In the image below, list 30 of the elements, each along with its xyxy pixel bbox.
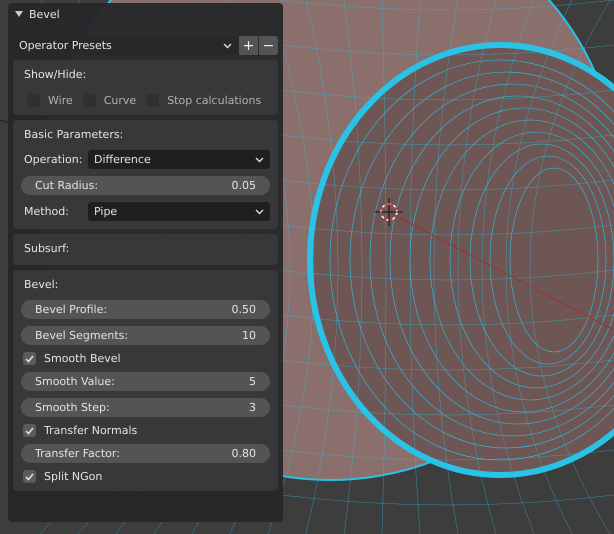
dropdown[interactable]: Pipe	[88, 202, 270, 221]
number-field[interactable]: Bevel Profile: 0.50	[21, 300, 270, 319]
section-title: Basic Parameters:	[23, 127, 124, 143]
chevron-icon	[255, 156, 264, 162]
field-label: Operation:	[23, 153, 80, 166]
checkbox[interactable]: Smooth Bevel	[23, 352, 121, 365]
field-label: Method:	[23, 205, 70, 218]
section-title: Show/Hide:	[23, 67, 88, 83]
checkmark-icon	[25, 472, 34, 480]
panel-title: Bevel	[29, 8, 60, 20]
dropdown[interactable]: Difference	[88, 150, 270, 169]
panel-header[interactable]: Bevel	[13, 3, 278, 25]
checkbox[interactable]: Wire	[27, 94, 73, 107]
chevron-icon	[223, 42, 232, 48]
number-field[interactable]: Cut Radius: 0.05	[21, 176, 270, 195]
preset-button[interactable]: −	[259, 36, 278, 55]
number-field[interactable]: Smooth Step: 3	[21, 398, 270, 417]
number-field[interactable]: Transfer Factor: 0.80	[21, 444, 270, 463]
section-title: Bevel:	[23, 277, 60, 293]
checkmark-icon	[25, 426, 34, 434]
section-title: Subsurf:	[23, 241, 70, 257]
checkbox[interactable]: Transfer Normals	[23, 424, 138, 437]
checkbox[interactable]: Curve	[82, 94, 136, 107]
preset-button[interactable]: +	[239, 36, 258, 55]
chevron-icon	[255, 208, 264, 214]
checkmark-icon	[25, 354, 34, 362]
number-field[interactable]: Bevel Segments: 10	[21, 326, 270, 345]
checkbox[interactable]: Stop calculations	[146, 94, 262, 107]
checkbox[interactable]: Split NGon	[23, 470, 102, 483]
number-field[interactable]: Smooth Value: 5	[21, 372, 270, 391]
